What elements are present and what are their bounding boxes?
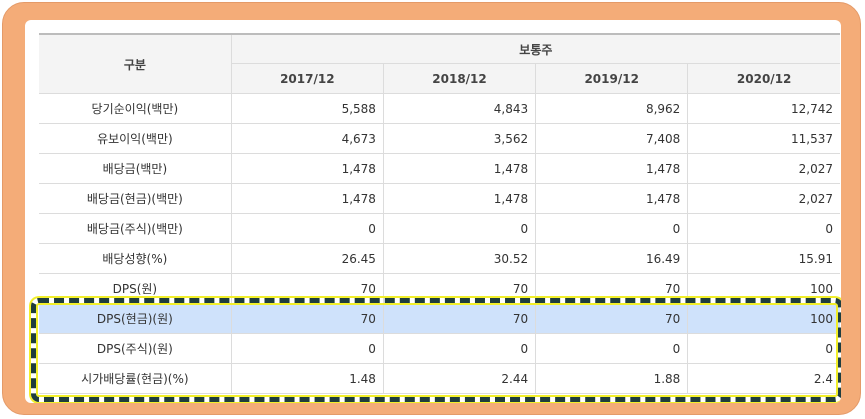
row-label: 당기순이익(백만) — [39, 93, 232, 124]
cell-value: 0 — [382, 213, 537, 244]
row-label: 유보이익(백만) — [39, 123, 232, 154]
cell-value: 2.44 — [382, 363, 537, 394]
cell-value: 11,537 — [687, 123, 840, 154]
row-label: 배당성향(%) — [39, 243, 232, 274]
header-year: 2019/12 — [535, 63, 689, 94]
cell-value: 2,027 — [687, 153, 840, 184]
cell-value: 7,408 — [535, 123, 689, 154]
dividend-table: 구분 보통주 2017/12 2018/12 2019/12 2020/12 당… — [39, 33, 840, 394]
cell-value: 4,673 — [230, 123, 384, 154]
cell-value: 5,588 — [230, 93, 384, 124]
cell-value: 0 — [535, 333, 689, 364]
cell-value: 3,562 — [382, 123, 537, 154]
table-row: 배당금(현금)(백만) 1,478 1,478 1,478 2,027 — [39, 183, 840, 214]
cell-value: 0 — [687, 213, 840, 244]
cell-value: 70 — [230, 273, 384, 304]
cell-value: 30.52 — [382, 243, 537, 274]
table-row: 시가배당률(현금)(%) 1.48 2.44 1.88 2.4 — [39, 363, 840, 394]
cell-value: 12,742 — [687, 93, 840, 124]
cell-value: 2.4 — [687, 363, 840, 394]
cell-value: 0 — [230, 213, 384, 244]
table-row: 당기순이익(백만) 5,588 4,843 8,962 12,742 — [39, 93, 840, 124]
cell-value: 1,478 — [535, 183, 689, 214]
cell-value: 70 — [382, 273, 537, 304]
row-label: DPS(원) — [39, 273, 232, 304]
header-year: 2017/12 — [231, 63, 384, 94]
header-row-label: 구분 — [39, 33, 232, 94]
table-row: 배당금(백만) 1,478 1,478 1,478 2,027 — [39, 153, 840, 184]
cell-value: 70 — [535, 303, 689, 334]
header-row-group: 구분 보통주 — [39, 33, 840, 94]
cell-value: 16.49 — [535, 243, 689, 274]
row-label: 배당금(주식)(백만) — [39, 213, 232, 244]
cell-value: 100 — [687, 303, 840, 334]
row-label: 시가배당률(현금)(%) — [39, 363, 232, 394]
row-label: DPS(현금)(원) — [39, 303, 232, 334]
cell-value: 4,843 — [382, 93, 537, 124]
cell-value: 1,478 — [230, 183, 384, 214]
table-row: 배당성향(%) 26.45 30.52 16.49 15.91 — [39, 243, 840, 274]
cell-value: 70 — [382, 303, 537, 334]
header-year: 2018/12 — [382, 63, 537, 94]
cell-value: 70 — [535, 273, 689, 304]
cell-value: 1,478 — [382, 183, 537, 214]
table-row: DPS(현금)(원) 70 70 70 100 — [39, 303, 840, 334]
outer-frame: 구분 보통주 2017/12 2018/12 2019/12 2020/12 당… — [2, 2, 861, 415]
table-row: DPS(원) 70 70 70 100 — [39, 273, 840, 304]
cell-value: 0 — [687, 333, 840, 364]
table-card: 구분 보통주 2017/12 2018/12 2019/12 2020/12 당… — [25, 20, 841, 403]
cell-value: 100 — [687, 273, 840, 304]
row-label: 배당금(백만) — [39, 153, 232, 184]
cell-value: 15.91 — [687, 243, 840, 274]
table-row: 유보이익(백만) 4,673 3,562 7,408 11,537 — [39, 123, 840, 154]
cell-value: 1.48 — [230, 363, 384, 394]
cell-value: 1,478 — [382, 153, 537, 184]
cell-value: 0 — [230, 333, 384, 364]
cell-value: 0 — [382, 333, 537, 364]
table-row: DPS(주식)(원) 0 0 0 0 — [39, 333, 840, 364]
cell-value: 70 — [230, 303, 384, 334]
cell-value: 1,478 — [535, 153, 689, 184]
row-label: DPS(주식)(원) — [39, 333, 232, 364]
row-label: 배당금(현금)(백만) — [39, 183, 232, 214]
header-year: 2020/12 — [687, 63, 840, 94]
cell-value: 1.88 — [535, 363, 689, 394]
table-row: 배당금(주식)(백만) 0 0 0 0 — [39, 213, 840, 244]
cell-value: 1,478 — [230, 153, 384, 184]
cell-value: 2,027 — [687, 183, 840, 214]
header-group: 보통주 — [230, 33, 840, 64]
cell-value: 8,962 — [535, 93, 689, 124]
cell-value: 26.45 — [230, 243, 384, 274]
cell-value: 0 — [535, 213, 689, 244]
